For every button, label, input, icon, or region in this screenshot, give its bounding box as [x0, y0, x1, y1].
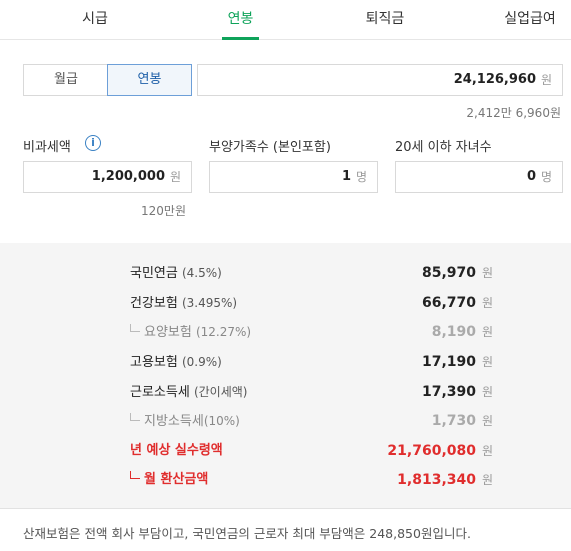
- monthly-button[interactable]: 월급: [24, 65, 108, 95]
- result-name: 근로소득세: [130, 385, 190, 400]
- result-name: 월 환산금액: [144, 472, 209, 487]
- result-unit: 원: [482, 296, 494, 310]
- dependents-unit: 명: [355, 170, 367, 184]
- tab-annual[interactable]: 연봉: [222, 0, 259, 40]
- result-row-monthly-net: 월 환산금액 1,813,340 원: [0, 469, 571, 491]
- children-value: 0: [526, 169, 536, 184]
- footer-note: 산재보험은 전액 회사 부담이고, 국민연금의 근로자 최대 부담액은 248,…: [0, 508, 571, 551]
- result-name: 요양보험: [144, 325, 192, 340]
- result-name: 국민연금: [130, 266, 178, 281]
- children-input[interactable]: 0 명: [395, 161, 563, 193]
- result-unit: 원: [482, 473, 494, 487]
- result-unit: 원: [482, 444, 494, 458]
- tab-bar: 시급 연봉 퇴직금 실업급여: [0, 0, 571, 40]
- result-unit: 원: [482, 385, 494, 399]
- salary-value: 24,126,960: [453, 72, 536, 87]
- result-row-local-tax: 지방소득세(10%) 1,730 원: [0, 410, 571, 432]
- branch-icon: [130, 471, 140, 479]
- result-value: 17,390: [421, 384, 476, 400]
- result-row-annual-net: 년 예상 실수령액 21,760,080 원: [0, 440, 571, 462]
- result-row-employment: 고용보험 (0.9%) 17,190 원: [0, 351, 571, 373]
- result-value: 85,970: [421, 265, 476, 281]
- result-row-longterm-care: 요양보험 (12.27%) 8,190 원: [0, 321, 571, 343]
- tab-unemployment[interactable]: 실업급여: [495, 0, 565, 40]
- tab-label: 연봉: [227, 11, 254, 27]
- result-value: 8,190: [431, 324, 476, 340]
- dependents-label: 부양가족수 (본인포함): [209, 140, 331, 155]
- result-rate: (0.9%): [181, 355, 222, 369]
- result-rate: (간이세액): [193, 385, 248, 399]
- result-unit: 원: [482, 355, 494, 369]
- pay-type-toggle: 월급 연봉: [23, 64, 192, 96]
- branch-icon: [130, 413, 140, 421]
- footer-text: 산재보험은 전액 회사 부담이고, 국민연금의 근로자 최대 부담액은 248,…: [23, 526, 471, 541]
- tab-hourly[interactable]: 시급: [60, 0, 130, 40]
- result-unit: 원: [482, 266, 494, 280]
- nontax-label: 비과세액: [23, 140, 71, 155]
- result-name: 고용보험: [130, 355, 178, 370]
- result-unit: 원: [482, 325, 494, 339]
- branch-icon: [130, 324, 140, 332]
- result-row-health: 건강보험 (3.495%) 66,770 원: [0, 292, 571, 314]
- result-rate: (10%): [203, 414, 240, 428]
- results-panel: 국민연금 (4.5%) 85,970 원 건강보험 (3.495%) 66,77…: [0, 243, 571, 508]
- children-label: 20세 이하 자녀수: [395, 140, 492, 155]
- children-unit: 명: [540, 170, 552, 184]
- result-unit: 원: [482, 414, 494, 428]
- result-rate: (3.495%): [181, 296, 238, 310]
- salary-hint: 2,412만 6,960원: [466, 106, 561, 120]
- result-value: 1,730: [431, 413, 476, 429]
- annual-button[interactable]: 연봉: [107, 64, 192, 96]
- result-value: 21,760,080: [387, 443, 476, 459]
- result-rate: (4.5%): [181, 266, 222, 280]
- tab-label: 시급: [82, 11, 108, 27]
- nontax-value: 1,200,000: [91, 169, 165, 184]
- dependents-value: 1: [341, 169, 351, 184]
- result-value: 66,770: [421, 295, 476, 311]
- salary-unit: 원: [540, 73, 552, 87]
- nontax-unit: 원: [169, 170, 181, 184]
- result-row-pension: 국민연금 (4.5%) 85,970 원: [0, 262, 571, 284]
- salary-input[interactable]: 24,126,960 원: [197, 64, 563, 96]
- result-name: 년 예상 실수령액: [130, 443, 223, 458]
- nontax-input[interactable]: 1,200,000 원: [23, 161, 192, 193]
- tab-label: 실업급여: [504, 11, 556, 27]
- tab-severance[interactable]: 퇴직금: [350, 0, 420, 40]
- result-name: 지방소득세: [144, 414, 204, 429]
- tab-label: 퇴직금: [365, 11, 405, 27]
- result-rate: (12.27%): [195, 325, 252, 339]
- active-tab-indicator: [222, 37, 259, 40]
- result-value: 1,813,340: [397, 472, 476, 488]
- info-icon[interactable]: i: [85, 135, 101, 151]
- nontax-hint: 120만원: [141, 204, 186, 218]
- dependents-input[interactable]: 1 명: [209, 161, 378, 193]
- result-value: 17,190: [421, 354, 476, 370]
- result-name: 건강보험: [130, 296, 178, 311]
- result-row-income-tax: 근로소득세 (간이세액) 17,390 원: [0, 381, 571, 403]
